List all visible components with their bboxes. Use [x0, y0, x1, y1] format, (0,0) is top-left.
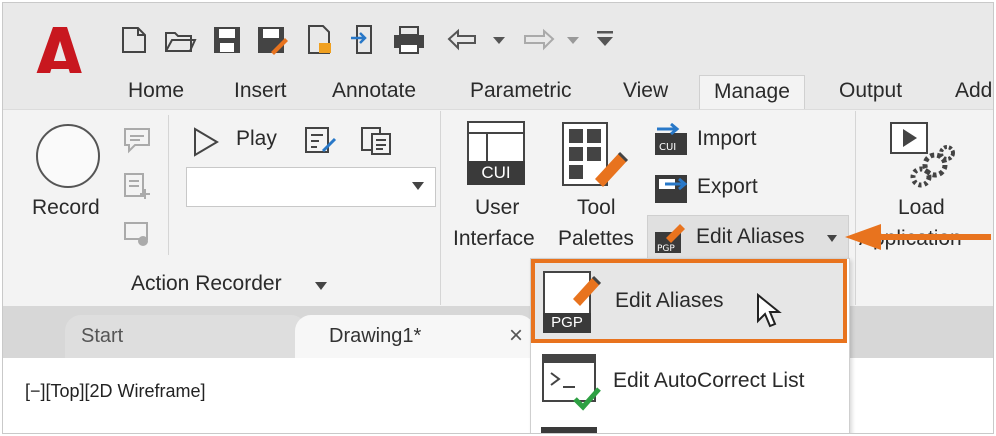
request-user-input-icon	[124, 173, 150, 199]
tab-view[interactable]: View	[623, 75, 668, 109]
command-prompt-check-icon	[542, 354, 601, 411]
record-icon[interactable]	[33, 121, 103, 191]
tab-annotate[interactable]: Annotate	[332, 75, 416, 109]
user-interface-label-line1[interactable]: User	[475, 196, 519, 220]
action-recorder-panel-footer[interactable]: Action Recorder	[3, 265, 440, 305]
edit-aliases-dropdown-menu: PGP Edit Aliases Edit AutoCorrect List	[530, 258, 850, 433]
tab-start[interactable]: Start	[65, 315, 307, 358]
ribbon-separator	[440, 111, 441, 305]
tab-insert[interactable]: Insert	[234, 75, 287, 109]
tool-palettes-icon[interactable]	[561, 121, 631, 189]
save-icon[interactable]	[211, 24, 243, 56]
panel-expand-chevron-icon	[315, 282, 327, 290]
tab-drawing1[interactable]: Drawing1* ×	[295, 315, 535, 358]
preference-icon[interactable]	[303, 125, 339, 157]
menu-item-edit-aliases[interactable]: PGP Edit Aliases	[531, 259, 847, 343]
viewport-controls[interactable]: [−][Top][2D Wireframe]	[25, 381, 206, 402]
pgp-badge: PGP	[543, 313, 591, 333]
new-icon[interactable]	[118, 25, 150, 55]
undo-icon[interactable]	[445, 27, 509, 53]
mouse-cursor-icon	[757, 293, 782, 328]
user-interface-label-line2[interactable]: Interface	[453, 227, 535, 251]
chevron-down-icon	[412, 182, 424, 190]
tab-output[interactable]: Output	[839, 75, 902, 109]
ribbon-overflow-edge	[993, 115, 994, 255]
insert-base-point-icon	[124, 222, 148, 246]
callout-arrow-icon	[845, 224, 991, 250]
insert-message-icon	[124, 128, 150, 154]
tab-manage[interactable]: Manage	[699, 75, 805, 110]
tab-home[interactable]: Home	[128, 75, 184, 109]
tool-palettes-label-line1[interactable]: Tool	[577, 196, 616, 220]
drawing-tab-label: Drawing1*	[329, 325, 422, 347]
edit-aliases-split-button[interactable]: PGP Edit Aliases	[647, 215, 849, 261]
play-label[interactable]: Play	[236, 127, 277, 151]
record-label[interactable]: Record	[32, 196, 100, 220]
cui-badge: CUI	[467, 161, 525, 185]
open-from-web-icon[interactable]	[305, 23, 335, 57]
ribbon-separator	[855, 111, 856, 305]
autocad-window: Home Insert Annotate Parametric View Man…	[2, 2, 994, 434]
action-macro-select[interactable]	[186, 167, 436, 207]
open-icon[interactable]	[163, 25, 197, 55]
manage-macros-icon[interactable]	[359, 125, 395, 157]
ribbon-separator	[168, 115, 169, 255]
customize-dropdown-icon[interactable]	[593, 27, 617, 51]
tool-palettes-label-line2[interactable]: Palettes	[558, 227, 634, 251]
plot-icon[interactable]	[391, 24, 427, 56]
svg-text:CUI: CUI	[659, 142, 676, 153]
import-cui-icon[interactable]: CUI	[653, 123, 689, 157]
export-cui-icon[interactable]	[653, 171, 689, 205]
tab-parametric[interactable]: Parametric	[470, 75, 572, 109]
pgp-edit-icon: PGP	[655, 224, 685, 254]
menu-item-edit-aliases-label: Edit Aliases	[615, 289, 724, 312]
user-interface-icon[interactable]: CUI	[467, 121, 525, 187]
save-as-icon[interactable]	[255, 24, 289, 56]
load-application-icon[interactable]	[885, 119, 961, 191]
tab-add[interactable]: Add	[955, 75, 992, 109]
pgp-file-icon: PGP	[543, 271, 601, 333]
redo-icon[interactable]	[519, 27, 583, 53]
close-tab-icon[interactable]: ×	[509, 315, 523, 357]
start-tab-label: Start	[81, 325, 124, 347]
play-icon[interactable]	[189, 125, 223, 159]
quick-access-bar	[3, 3, 993, 83]
next-menu-item-icon	[541, 427, 597, 433]
menu-item-edit-autocorrect-label: Edit AutoCorrect List	[613, 369, 805, 392]
action-recorder-panel-label: Action Recorder	[131, 272, 282, 295]
import-label[interactable]: Import	[697, 127, 757, 151]
export-label[interactable]: Export	[697, 175, 758, 199]
menu-item-edit-autocorrect[interactable]: Edit AutoCorrect List	[531, 347, 847, 415]
share-export-icon[interactable]	[349, 23, 379, 57]
svg-text:PGP: PGP	[657, 244, 675, 254]
edit-aliases-label: Edit Aliases	[696, 225, 805, 248]
chevron-down-icon[interactable]	[826, 234, 838, 243]
